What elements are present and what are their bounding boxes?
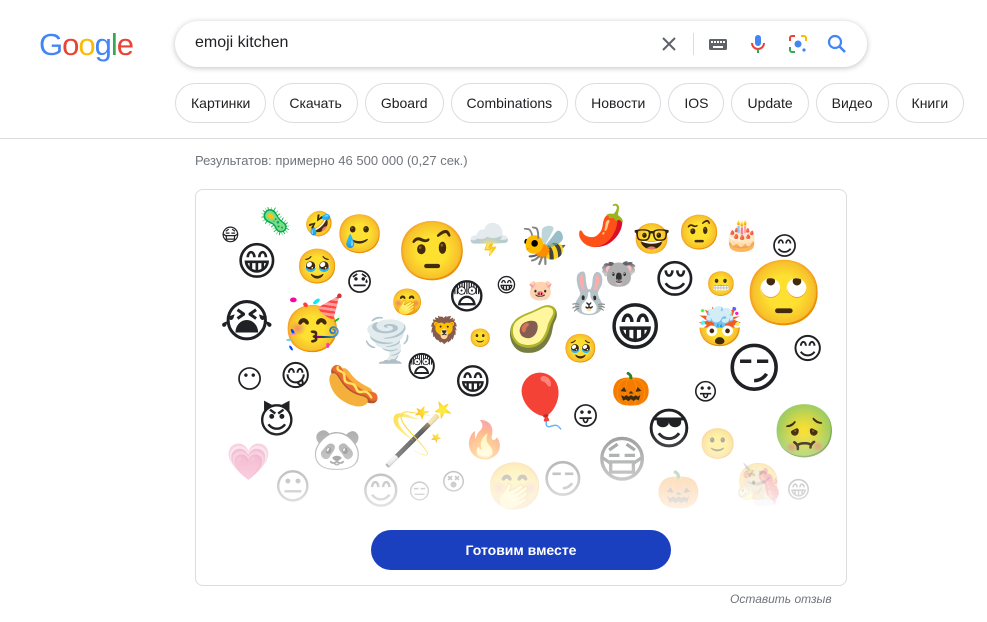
emoji-sticker: 🦄: [734, 462, 784, 508]
emoji-kitchen-card: 😷 🦠 🤣 🥲 🤨 🌩️ 🐝 🌶️ 🤓 🤨 🎂 😊 😁 🥹 😓 🤭 😨 😁 🐷 🐰 🐨 😌 😬 🙄 😭 🥳 🌪️ 🦁 🙂 🥑 🥹 😁 🤯 😏 😊 😶 😋…: [195, 189, 847, 586]
search-icon[interactable]: [825, 32, 849, 56]
emoji-sticker: 🎃: [656, 470, 701, 511]
emoji-sticker: 🤣: [304, 210, 334, 238]
emoji-sticker: 😁: [496, 273, 517, 297]
emoji-sticker: 🙄: [744, 257, 824, 331]
filter-chips: Картинки Скачать Gboard Combinations Нов…: [175, 83, 965, 123]
emoji-sticker: 😏: [542, 457, 584, 503]
emoji-sticker: 🎂: [723, 218, 761, 253]
emoji-sticker: 😨: [448, 277, 486, 318]
emoji-sticker: 😎: [646, 404, 692, 455]
emoji-sticker: 😭: [220, 294, 274, 348]
emoji-sticker: 🙂: [469, 328, 492, 349]
emoji-sticker: 😛: [693, 378, 719, 406]
emoji-sticker: 🤭: [391, 288, 424, 318]
emoji-sticker: 🤨: [678, 213, 721, 253]
chip-images[interactable]: Картинки: [175, 83, 267, 123]
search-divider: [693, 33, 694, 55]
header-divider: [0, 138, 987, 139]
search-box: [175, 21, 867, 67]
emoji-sticker: 😶: [236, 365, 264, 395]
emoji-sticker: 🦠: [259, 207, 292, 237]
camera-lens-icon[interactable]: [786, 32, 810, 56]
emoji-sticker: 😈: [258, 401, 296, 442]
emoji-sticker: 🥑: [506, 304, 561, 355]
emoji-sticker: 🌶️: [576, 203, 626, 249]
search-input[interactable]: [195, 34, 635, 52]
emoji-sticker: 😵: [441, 468, 467, 496]
chip-combinations[interactable]: Combinations: [450, 83, 569, 123]
emoji-sticker: 🤭: [486, 459, 544, 513]
emoji-sticker: 😊: [792, 332, 824, 367]
emoji-sticker: 🥹: [296, 247, 339, 287]
chip-news[interactable]: Новости: [575, 83, 662, 123]
chip-gboard[interactable]: Gboard: [364, 83, 444, 123]
results-count: Результатов: примерно 46 500 000 (0,27 с…: [195, 153, 468, 168]
emoji-sticker: 🎈: [508, 372, 573, 432]
emoji-sticker: 🪄: [381, 400, 456, 470]
emoji-sticker: 🌭: [326, 361, 381, 412]
emoji-sticker: 😬: [706, 270, 736, 298]
feedback-link[interactable]: Оставить отзыв: [730, 592, 832, 606]
emoji-sticker: 😁: [454, 362, 492, 403]
emoji-sticker: 😨: [406, 350, 438, 385]
emoji-sticker: 🤓: [633, 222, 671, 257]
emoji-sticker: 😑: [408, 480, 431, 505]
emoji-sticker: 😛: [572, 402, 600, 432]
emoji-sticker: 🙂: [699, 427, 737, 462]
google-logo[interactable]: Google: [39, 27, 134, 63]
chip-download[interactable]: Скачать: [273, 83, 358, 123]
emoji-sticker: 😊: [361, 469, 401, 513]
search-results-page: Google emoji kitchen Картинки Скачать Gb…: [0, 0, 987, 622]
cook-together-button[interactable]: Готовим вместе: [371, 530, 671, 570]
emoji-sticker: 🐨: [600, 257, 638, 292]
emoji-sticker: 💗: [226, 442, 271, 483]
emoji-sticker: 😁: [786, 476, 812, 504]
emoji-sticker: 🥳: [280, 294, 345, 354]
emoji-grid: 😷 🦠 🤣 🥲 🤨 🌩️ 🐝 🌶️ 🤓 🤨 🎂 😊 😁 🥹 😓 🤭 😨 😁 🐷 🐰 🐨 😌 😬 🙄 😭 🥳 🌪️ 🦁 🙂 🥑 🥹 😁 🤯 😏 😊 😶 😋…: [196, 190, 846, 520]
emoji-sticker: 😋: [280, 359, 312, 394]
chip-update[interactable]: Update: [731, 83, 809, 123]
emoji-sticker: 🐼: [312, 427, 362, 473]
emoji-sticker: 🌩️: [468, 220, 511, 260]
chip-video[interactable]: Видео: [815, 83, 889, 123]
emoji-sticker: 😁: [608, 298, 663, 358]
chip-books[interactable]: Книги: [895, 83, 965, 123]
microphone-icon[interactable]: [746, 32, 770, 56]
emoji-sticker: 😏: [726, 337, 783, 400]
emoji-sticker: 🤢: [772, 402, 837, 462]
keyboard-icon[interactable]: [706, 32, 730, 56]
emoji-sticker: 🐝: [521, 223, 569, 267]
emoji-sticker: 😓: [346, 268, 374, 298]
emoji-sticker: 🦁: [428, 316, 461, 346]
close-icon[interactable]: [657, 32, 681, 56]
emoji-sticker: 😌: [654, 257, 696, 303]
emoji-sticker: 😐: [274, 467, 312, 508]
chip-ios[interactable]: IOS: [668, 83, 725, 123]
emoji-sticker: 🐷: [528, 278, 553, 302]
emoji-sticker: 🔥: [462, 420, 507, 461]
emoji-sticker: 😷: [596, 431, 649, 489]
emoji-sticker: 🥲: [336, 212, 384, 256]
emoji-sticker: 🤨: [396, 217, 469, 285]
emoji-sticker: 🎃: [611, 370, 651, 408]
emoji-sticker: 😁: [236, 239, 278, 285]
emoji-sticker: 🥹: [563, 332, 598, 365]
